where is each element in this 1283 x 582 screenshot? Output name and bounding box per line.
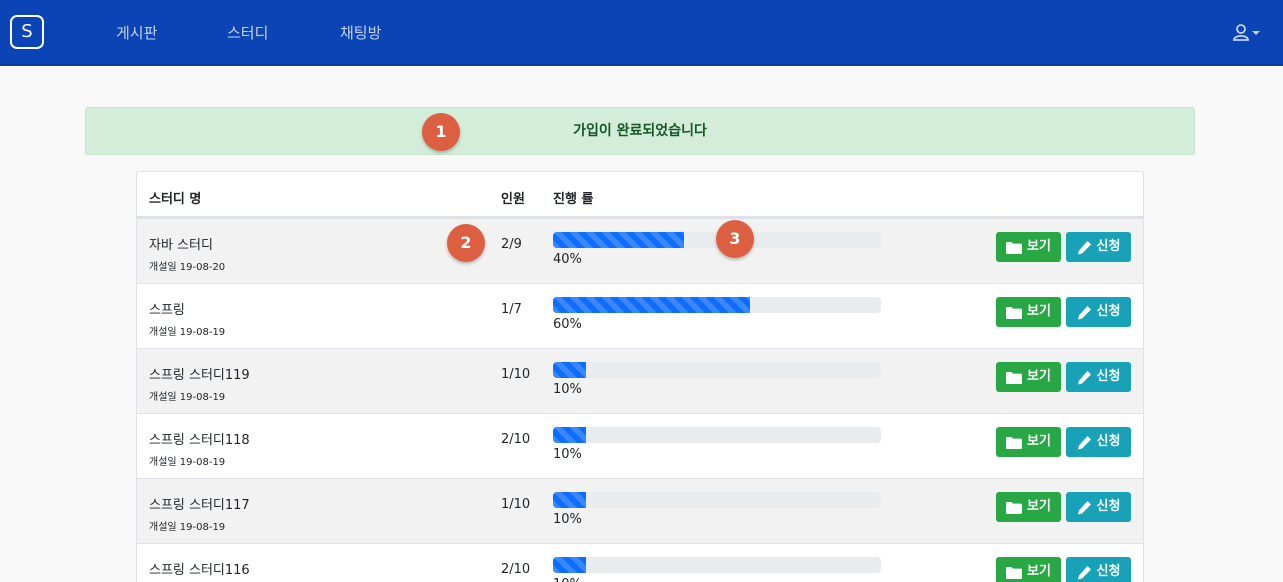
view-button-label: 보기 [1027, 304, 1051, 319]
created-date: 개설일 19-08-19 [149, 327, 226, 338]
brand-logo[interactable]: S [10, 15, 44, 49]
header-members: 인원 [501, 192, 525, 207]
study-name: 스프링 스터디119 [149, 368, 250, 383]
view-button-label: 보기 [1027, 499, 1051, 514]
view-button[interactable]: 보기 [996, 492, 1061, 522]
progress-label: 60% [553, 317, 582, 332]
apply-button[interactable]: 신청 [1066, 232, 1131, 262]
apply-button-label: 신청 [1096, 304, 1121, 319]
folder-icon [1006, 306, 1023, 319]
apply-button[interactable]: 신청 [1066, 427, 1131, 457]
member-count: 2/9 [501, 237, 522, 252]
created-date: 개설일 19-08-19 [149, 522, 226, 533]
pencil-icon [1077, 565, 1091, 579]
apply-button-label: 신청 [1096, 434, 1121, 449]
apply-button[interactable]: 신청 [1066, 557, 1131, 582]
study-name: 스프링 [149, 303, 185, 318]
success-alert: 가입이 완료되었습니다 [85, 107, 1195, 155]
apply-button[interactable]: 신청 [1066, 362, 1131, 392]
view-button[interactable]: 보기 [996, 232, 1061, 262]
progress-label: 10% [553, 577, 582, 582]
apply-button-label: 신청 [1096, 499, 1121, 514]
study-name: 스프링 스터디118 [149, 433, 250, 448]
apply-button-label: 신청 [1096, 239, 1121, 254]
member-count: 1/7 [501, 302, 522, 317]
progress-bar [553, 492, 586, 508]
folder-icon [1006, 371, 1023, 384]
view-button-label: 보기 [1027, 434, 1051, 449]
nav-item-board[interactable]: 게시판 [116, 22, 157, 43]
table-header: 스터디 명 인원 진행 률 [137, 172, 1143, 218]
progress-track [553, 427, 881, 443]
member-count: 1/10 [501, 497, 531, 512]
header-study-name: 스터디 명 [149, 192, 202, 207]
header-progress: 진행 률 [553, 192, 594, 207]
view-button-label: 보기 [1027, 369, 1051, 384]
pencil-icon [1077, 500, 1091, 514]
study-name: 스프링 스터디117 [149, 498, 250, 513]
annotation-marker-1: 1 [422, 113, 460, 151]
progress-bar [553, 427, 586, 443]
annotation-marker-2: 2 [447, 224, 485, 262]
top-navbar: S 게시판 스터디 채팅방 [0, 0, 1283, 66]
table-row: 스프링 스터디117 개설일 19-08-19 1/10 10% 보기 신청 [137, 478, 1143, 543]
pencil-icon [1077, 435, 1091, 449]
nav-item-chat[interactable]: 채팅방 [340, 22, 381, 43]
table-row: 스프링 스터디116개설일 19-08-192/1010%보기신청 [137, 543, 1143, 582]
member-count: 2/10 [501, 432, 531, 447]
folder-icon [1006, 241, 1023, 254]
apply-button[interactable]: 신청 [1066, 492, 1131, 522]
table-row: 스프링개설일 19-08-19 1/7 60% 보기 신청 [137, 283, 1143, 348]
pencil-icon [1077, 305, 1091, 319]
created-date: 개설일 19-08-20 [149, 262, 226, 273]
progress-track [553, 557, 881, 573]
apply-button-label: 신청 [1096, 564, 1121, 579]
progress-track [553, 492, 881, 508]
apply-button-label: 신청 [1096, 369, 1121, 384]
member-count: 2/10 [501, 562, 531, 577]
progress-bar [553, 297, 750, 313]
progress-label: 10% [553, 447, 582, 462]
user-menu-dropdown[interactable] [1233, 24, 1263, 42]
created-date: 개설일 19-08-19 [149, 392, 226, 403]
study-name: 자바 스터디 [149, 238, 213, 253]
view-button-label: 보기 [1027, 239, 1051, 254]
view-button-label: 보기 [1027, 564, 1051, 579]
table-row: 스프링 스터디119 개설일 19-08-19 1/10 10% 보기 신청 [137, 348, 1143, 413]
progress-label: 10% [553, 382, 582, 397]
pencil-icon [1077, 370, 1091, 384]
progress-bar [553, 232, 685, 248]
user-icon [1233, 24, 1260, 41]
view-button[interactable]: 보기 [996, 362, 1061, 392]
annotation-marker-3: 3 [716, 220, 754, 258]
progress-label: 10% [553, 512, 582, 527]
folder-icon [1006, 566, 1023, 579]
progress-bar [553, 362, 586, 378]
progress-track [553, 297, 881, 313]
progress-bar [553, 557, 586, 573]
created-date: 개설일 19-08-19 [149, 457, 226, 468]
progress-label: 40% [553, 252, 582, 267]
view-button[interactable]: 보기 [996, 427, 1061, 457]
folder-icon [1006, 436, 1023, 449]
apply-button[interactable]: 신청 [1066, 297, 1131, 327]
progress-track [553, 362, 881, 378]
caret-down-icon [1252, 31, 1260, 35]
view-button[interactable]: 보기 [996, 297, 1061, 327]
nav-item-study[interactable]: 스터디 [227, 22, 268, 43]
member-count: 1/10 [501, 367, 531, 382]
table-row: 스프링 스터디118 개설일 19-08-19 2/10 10% 보기 신청 [137, 413, 1143, 478]
study-table: 스터디 명 인원 진행 률 자바 스터디개설일 19-08-20 2/9 40% 보기… [136, 171, 1144, 582]
study-name: 스프링 스터디116 [149, 563, 250, 578]
table-row: 자바 스터디개설일 19-08-20 2/9 40% 보기 신청 [137, 218, 1143, 283]
folder-icon [1006, 501, 1023, 514]
pencil-icon [1077, 240, 1091, 254]
view-button[interactable]: 보기 [996, 557, 1061, 582]
